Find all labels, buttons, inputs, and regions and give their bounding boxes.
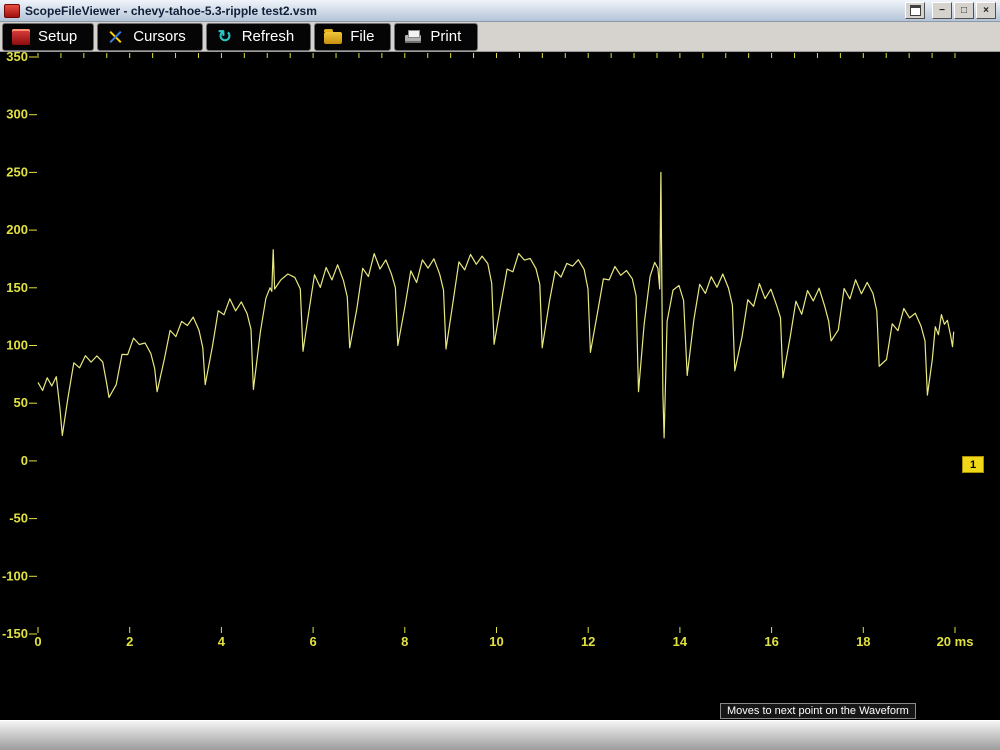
- refresh-button[interactable]: ↻ Refresh: [206, 23, 312, 51]
- taskbar: ⌂ No Active Vehicle ∩: [0, 720, 1000, 750]
- setup-button[interactable]: Setup: [2, 23, 94, 51]
- window-mode-icon: [910, 5, 921, 16]
- svg-text:4: 4: [218, 634, 226, 649]
- svg-text:14: 14: [673, 634, 688, 649]
- svg-text:10: 10: [489, 634, 503, 649]
- svg-text:150: 150: [6, 280, 28, 295]
- file-label: File: [350, 28, 374, 45]
- print-label: Print: [430, 28, 461, 45]
- setup-icon: [12, 29, 30, 45]
- svg-text:16: 16: [764, 634, 778, 649]
- svg-text:200: 200: [6, 222, 28, 237]
- svg-text:8: 8: [401, 634, 408, 649]
- svg-text:0: 0: [21, 453, 28, 468]
- svg-text:300: 300: [6, 107, 28, 122]
- waveform-display[interactable]: 350 300 250 200 150 100 50 0 -50 -100 -150 0 2 4 6 8 10 1…: [0, 52, 1000, 650]
- svg-text:6: 6: [309, 634, 316, 649]
- svg-text:50: 50: [14, 395, 28, 410]
- window-controls: − □ ×: [905, 2, 996, 19]
- svg-text:-150: -150: [2, 626, 28, 641]
- window-mode-button[interactable]: [905, 2, 925, 19]
- svg-text:12: 12: [581, 634, 595, 649]
- minimize-button[interactable]: −: [932, 2, 952, 19]
- svg-text:18: 18: [856, 634, 870, 649]
- print-button[interactable]: Print: [394, 23, 478, 51]
- svg-text:-100: -100: [2, 568, 28, 583]
- svg-text:250: 250: [6, 164, 28, 179]
- setup-label: Setup: [38, 28, 77, 45]
- file-button[interactable]: File: [314, 23, 391, 51]
- refresh-label: Refresh: [242, 28, 295, 45]
- svg-text:20 ms: 20 ms: [937, 634, 974, 649]
- maximize-button[interactable]: □: [954, 2, 974, 19]
- refresh-icon: ↻: [216, 29, 234, 45]
- tooltip: Moves to next point on the Waveform: [720, 703, 916, 719]
- file-icon: [324, 32, 342, 44]
- channel-1-marker[interactable]: 1: [962, 456, 984, 473]
- title-bar: ScopeFileViewer - chevy-tahoe-5.3-ripple…: [0, 0, 1000, 22]
- svg-text:350: 350: [6, 52, 28, 64]
- svg-text:100: 100: [6, 338, 28, 353]
- main-toolbar: Setup Cursors ↻ Refresh File Print: [0, 22, 1000, 52]
- cursors-button[interactable]: Cursors: [97, 23, 203, 51]
- app-icon: [4, 4, 20, 18]
- cursors-icon: [107, 29, 125, 45]
- window-title: ScopeFileViewer - chevy-tahoe-5.3-ripple…: [25, 4, 317, 18]
- svg-text:-50: -50: [9, 511, 28, 526]
- svg-text:2: 2: [126, 634, 133, 649]
- print-icon: [404, 30, 422, 46]
- svg-text:0: 0: [34, 634, 41, 649]
- cursors-label: Cursors: [133, 28, 186, 45]
- scope-file-viewer-window: ScopeFileViewer - chevy-tahoe-5.3-ripple…: [0, 0, 1000, 750]
- close-button[interactable]: ×: [976, 2, 996, 19]
